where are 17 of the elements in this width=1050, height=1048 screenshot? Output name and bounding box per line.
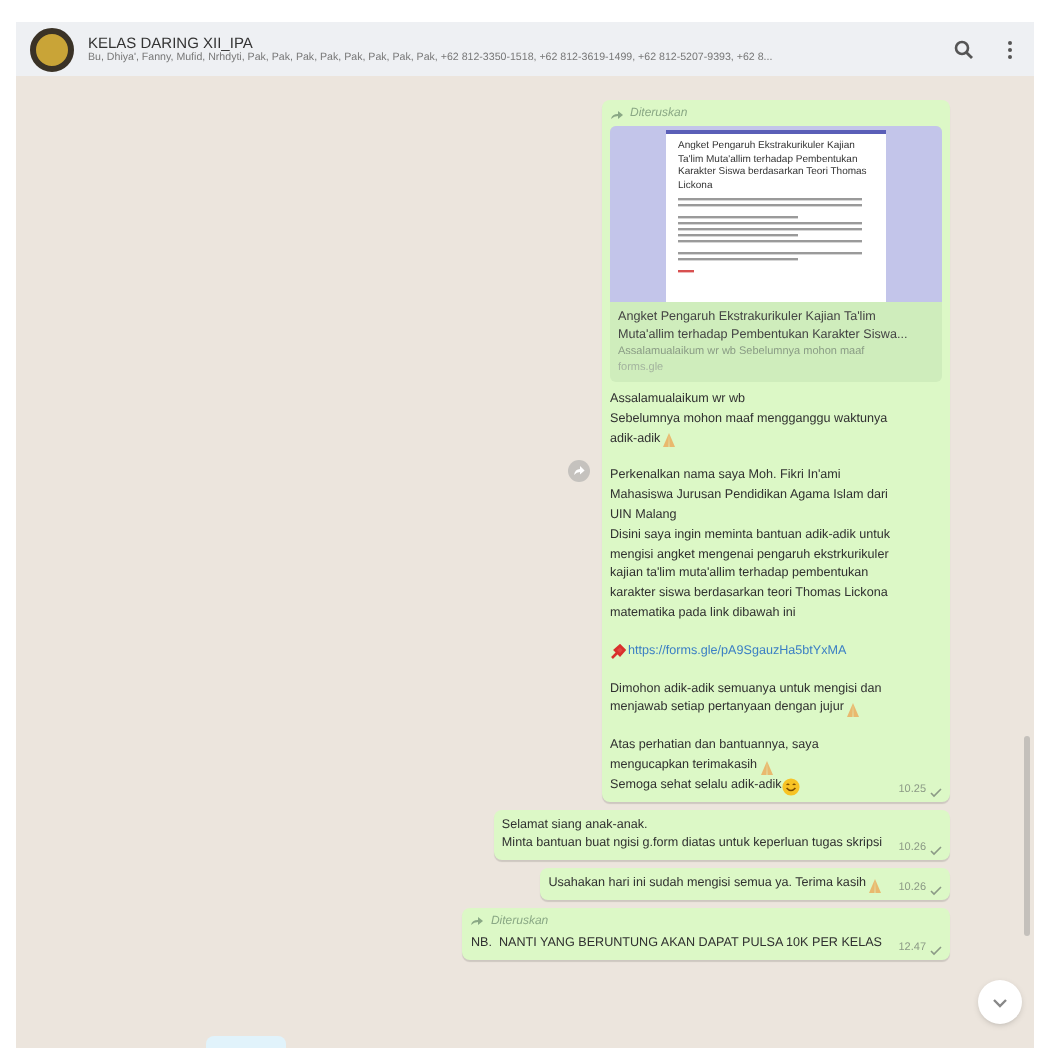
pushpin-icon xyxy=(610,643,626,660)
group-avatar[interactable] xyxy=(30,27,74,71)
menu-icon[interactable] xyxy=(1006,39,1014,59)
smiling-face-icon xyxy=(781,777,800,796)
check-icon xyxy=(930,787,942,798)
check-icon xyxy=(930,846,942,857)
link-preview[interactable] xyxy=(610,126,942,382)
check-icon xyxy=(930,945,942,956)
praying-hands-icon xyxy=(845,702,860,719)
forward-arrow-icon xyxy=(470,916,485,927)
chevron-down-icon xyxy=(992,997,1008,1007)
forward-arrow-icon xyxy=(610,109,624,119)
praying-hands-icon xyxy=(662,432,677,449)
search-icon[interactable] xyxy=(954,39,974,59)
praying-hands-icon xyxy=(868,877,882,894)
check-icon xyxy=(930,885,942,896)
praying-hands-icon xyxy=(759,759,774,776)
